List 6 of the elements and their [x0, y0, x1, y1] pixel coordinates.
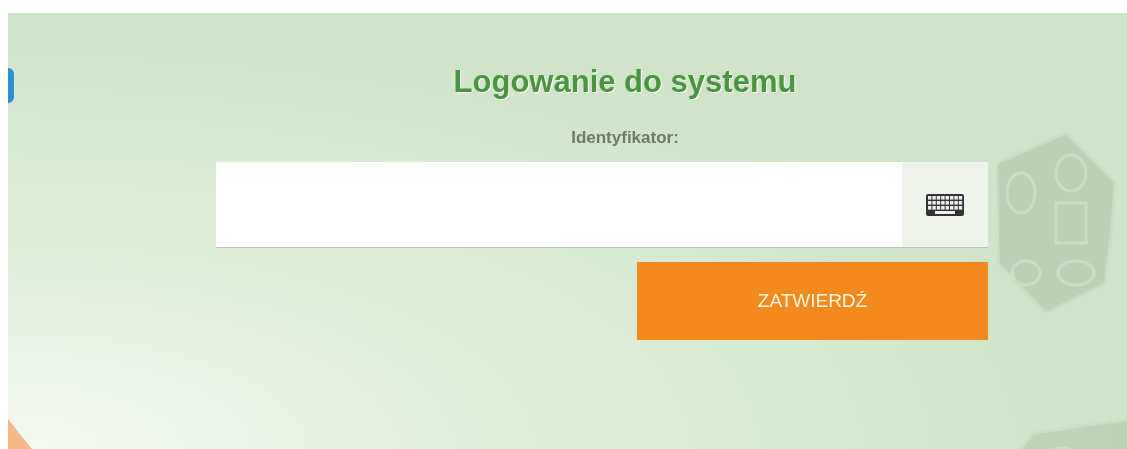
keyboard-button[interactable]: [902, 162, 988, 247]
login-title: Logowanie do systemu: [453, 64, 797, 100]
submit-button[interactable]: ZATWIERDŹ: [637, 262, 988, 340]
identifier-label: Identyfikator:: [571, 128, 679, 148]
identifier-field[interactable]: [216, 162, 988, 248]
keyboard-icon: [926, 193, 964, 216]
